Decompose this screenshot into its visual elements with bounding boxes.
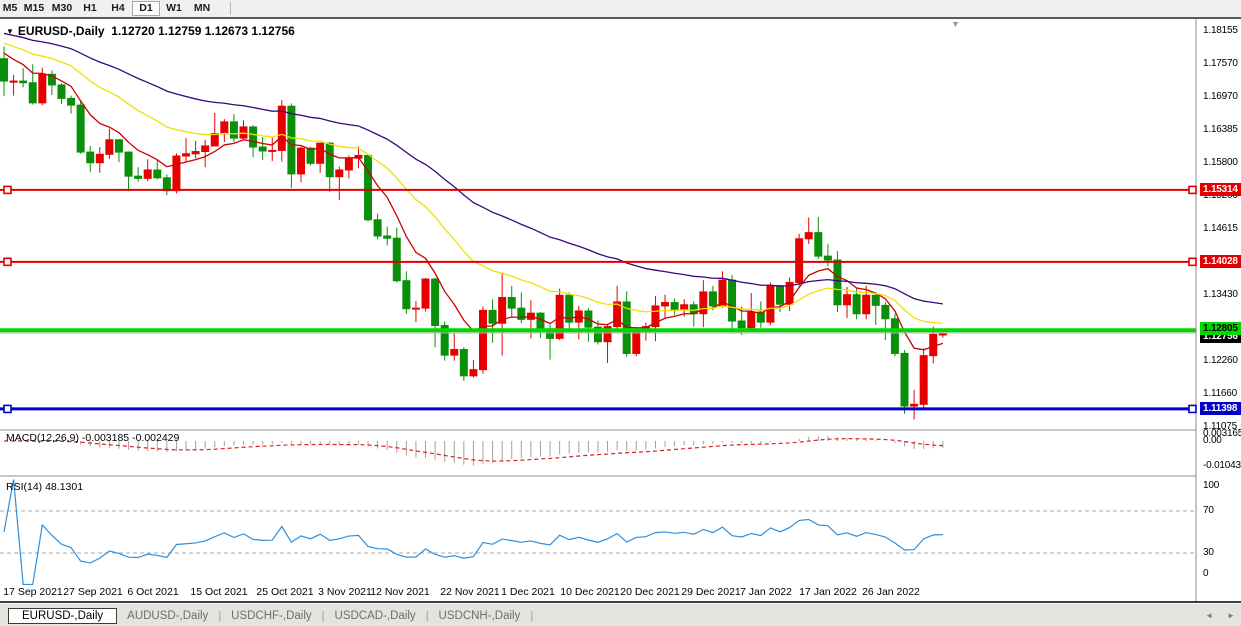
time-axis-label: 20 Dec 2021 [620,586,680,598]
time-axis-label: 17 Jan 2022 [799,586,857,598]
price-axis-label: 1.14615 [1203,223,1238,234]
price-axis-label: 1.16970 [1203,91,1238,102]
time-axis-label: 27 Sep 2021 [63,586,123,598]
time-axis-label: 22 Nov 2021 [440,586,500,598]
timeframe-button-h4[interactable]: H4 [104,1,132,16]
time-axis-label: 10 Dec 2021 [560,586,620,598]
time-axis-label: 1 Dec 2021 [501,586,555,598]
rsi-indicator-label: RSI(14) 48.1301 [6,481,83,493]
macd-indicator-label: MACD(12,26,9) -0.003185 -0.002429 [6,432,179,444]
timeframe-button-h1[interactable]: H1 [76,1,104,16]
chart-tab-usdcnhdaily[interactable]: USDCNH-,Daily [429,609,531,623]
timeframe-button-mn[interactable]: MN [188,1,216,16]
chart-tab-audusddaily[interactable]: AUDUSD-,Daily [117,609,218,623]
time-axis-label: 15 Oct 2021 [190,586,247,598]
chart-ohlc-values: 1.12720 1.12759 1.12673 1.12756 [111,24,295,38]
price-axis-label: 1.16385 [1203,124,1238,135]
timeframe-button-m5[interactable]: M5 [0,1,20,16]
rsi-axis-label: 100 [1203,480,1219,491]
price-badge-1.11398: 1.11398 [1200,402,1241,415]
symbol-dropdown-triangle-icon[interactable]: ▼ [6,27,14,36]
tab-scrollbar: ◄ ► [1205,611,1235,620]
timeframe-button-m30[interactable]: M30 [48,1,76,16]
time-axis-label: 25 Oct 2021 [256,586,313,598]
horizontal-line-1.11398[interactable] [0,405,1196,412]
price-badge-1.12805: 1.12805 [1200,322,1241,335]
price-axis-label: 1.11660 [1203,388,1237,399]
chart-shift-triangle-icon[interactable]: ▼ [951,19,960,29]
rsi-axis-label: 30 [1203,547,1214,558]
time-axis-label: 26 Jan 2022 [862,586,920,598]
macd-axis-label: -0.01043 [1203,460,1241,471]
time-axis-label: 7 Jan 2022 [740,586,792,598]
terminal-window: M5M15M30H1H4D1W1MN ▼ EURUSD-,Daily 1.1272… [0,0,1241,626]
time-axis-label: 3 Nov 2021 [318,586,372,598]
price-chart-canvas[interactable] [0,0,1241,626]
chart-tabs: EURUSD-,DailyAUDUSD-,Daily | USDCHF-,Daily… [8,608,533,624]
chart-tab-eurusddaily[interactable]: EURUSD-,Daily [8,608,117,624]
chart-symbol-label: EURUSD-,Daily [18,24,105,38]
tab-separator: | [530,610,533,622]
price-axis-label: 1.17570 [1203,58,1238,69]
rsi-pane [0,480,1196,585]
time-axis-label: 17 Sep 2021 [3,586,63,598]
price-axis-label: 1.15800 [1203,157,1238,168]
rsi-axis-label: 0 [1203,568,1208,579]
scroll-left-icon[interactable]: ◄ [1205,611,1213,620]
chart-title: ▼ EURUSD-,Daily 1.12720 1.12759 1.12673 1… [6,24,295,38]
timeframe-button-w1[interactable]: W1 [160,1,188,16]
macd-axis-label: 0.00 [1203,435,1222,446]
horizontal-line-1.14028[interactable] [0,258,1196,265]
time-axis-label: 29 Dec 2021 [681,586,741,598]
price-axis-label: 1.13430 [1203,289,1238,300]
price-badge-1.15314: 1.15314 [1200,183,1241,196]
chart-tabs-bar: EURUSD-,DailyAUDUSD-,Daily | USDCHF-,Daily… [0,603,1241,626]
chart-tab-usdchfdaily[interactable]: USDCHF-,Daily [221,609,322,623]
chart-tab-usdcaddaily[interactable]: USDCAD-,Daily [325,609,426,623]
timeframe-toolbar: M5M15M30H1H4D1W1MN [0,0,1241,19]
moving-averages [4,33,943,349]
time-axis-label: 12 Nov 2021 [370,586,430,598]
timeframe-button-m15[interactable]: M15 [20,1,48,16]
price-axis-label: 1.12260 [1203,355,1238,366]
price-badge-1.14028: 1.14028 [1200,255,1241,268]
candles-series [1,46,947,419]
time-axis-label: 6 Oct 2021 [127,586,178,598]
timeframe-button-d1[interactable]: D1 [132,1,160,16]
scroll-right-icon[interactable]: ► [1227,611,1235,620]
toolbar-separator [230,2,231,15]
rsi-axis-label: 70 [1203,505,1214,516]
price-axis-label: 1.18155 [1203,25,1238,36]
